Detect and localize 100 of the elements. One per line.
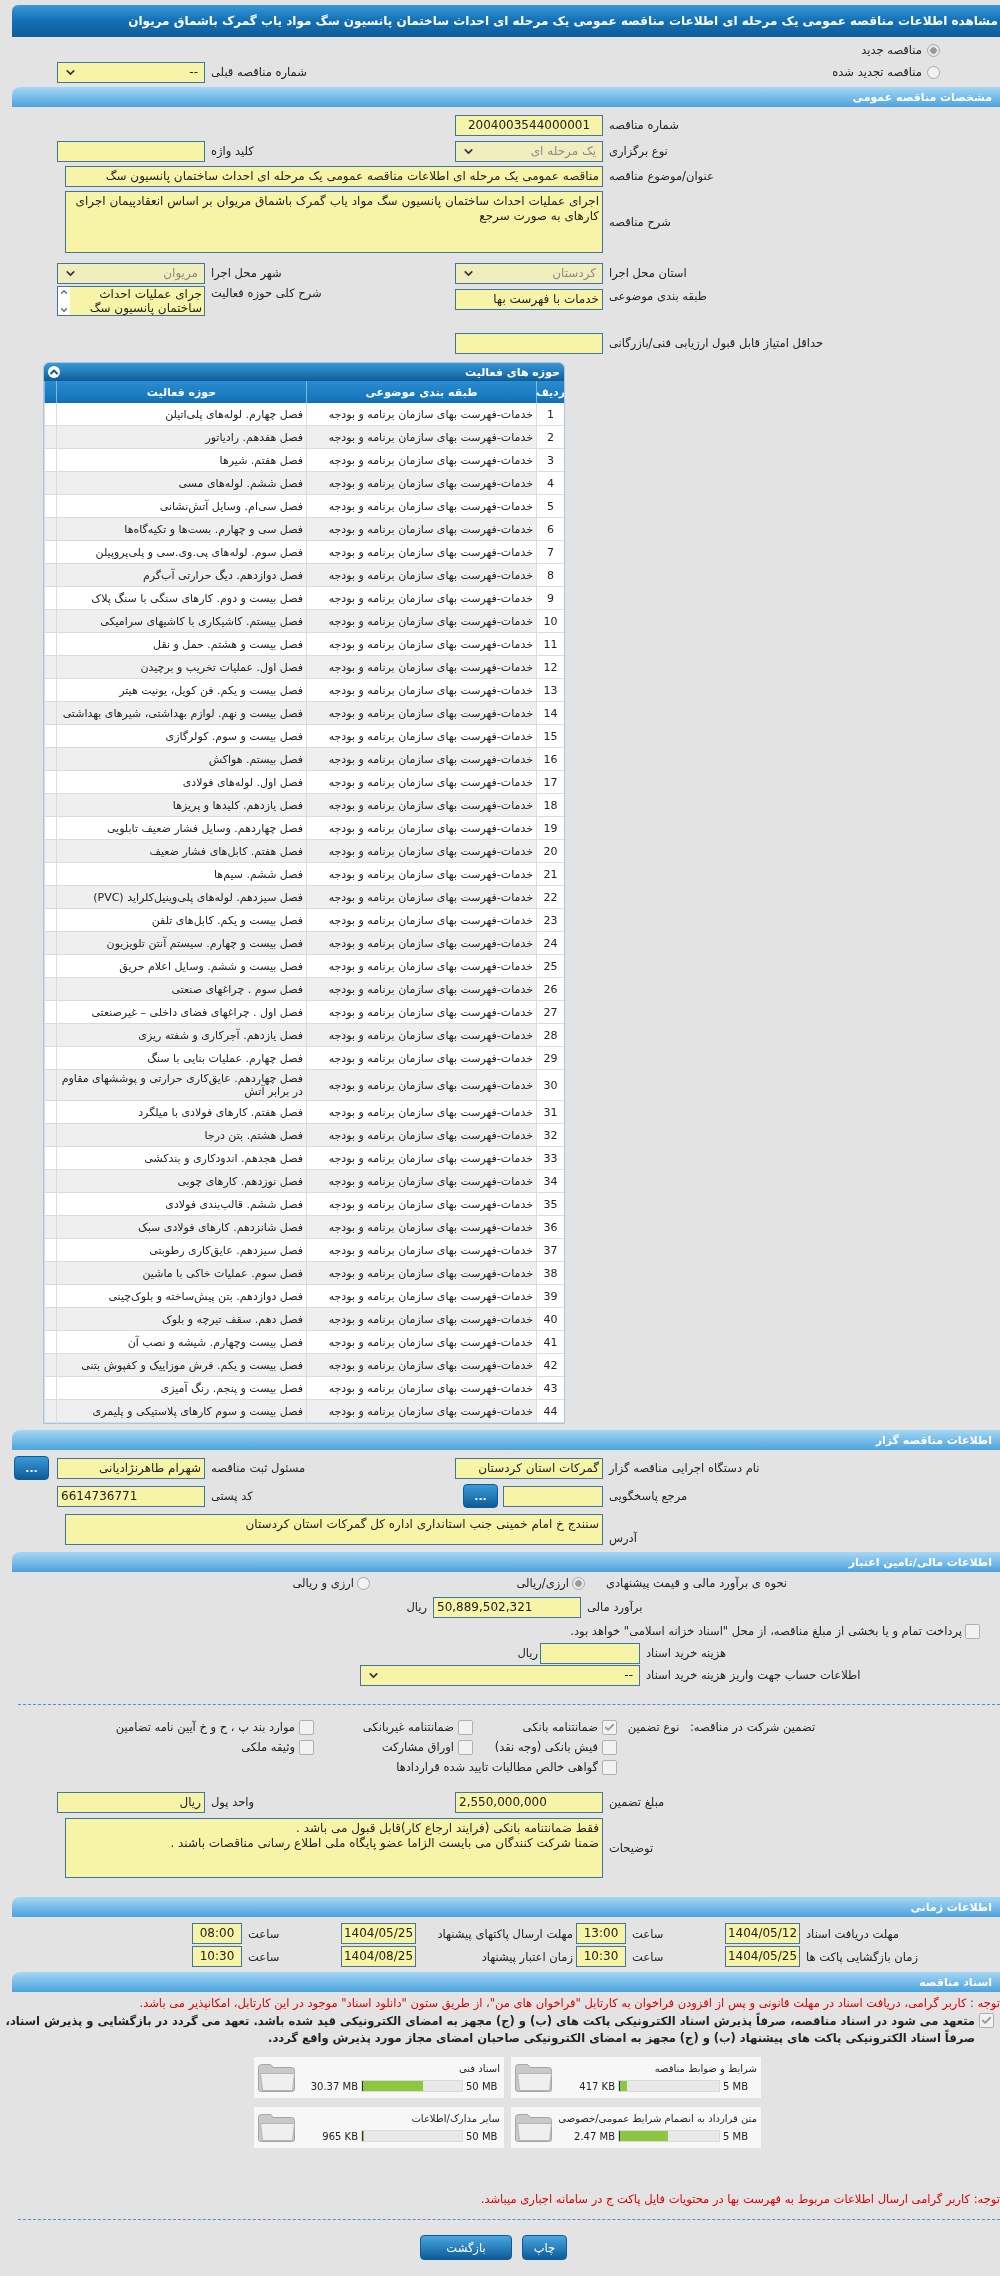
- table-cell: خدمات-فهرست بهای سازمان برنامه و بودجه: [306, 1285, 536, 1307]
- table-cell: 2: [536, 426, 564, 448]
- document-name: اسناد فنی: [458, 2063, 500, 2074]
- table-cell: خدمات-فهرست بهای سازمان برنامه و بودجه: [306, 403, 536, 425]
- input-field[interactable]: 6614736771: [57, 1485, 205, 1507]
- input-field[interactable]: گمرکات استان کردستان: [455, 1457, 603, 1479]
- input-field[interactable]: 2004003544000001: [455, 114, 603, 136]
- check-icon: [981, 2015, 992, 2026]
- unit-label: ریال: [406, 1600, 427, 1614]
- table-cell: خدمات-فهرست بهای سازمان برنامه و بودجه: [306, 702, 536, 724]
- file-size-label: 2.47 MB: [574, 2130, 615, 2142]
- radio-button[interactable]: [927, 43, 940, 57]
- input-field[interactable]: 50,889,502,321: [433, 1596, 581, 1618]
- table-cell: فصل بیست و پنجم. رنگ آمیزی: [56, 1377, 306, 1399]
- input-field[interactable]: شهرام طاهرنژادیانی: [57, 1457, 205, 1479]
- section-header: اطلاعات مالی/تامین اعتبار: [12, 1552, 1000, 1572]
- checkbox[interactable]: [965, 1623, 980, 1639]
- table-cell: 12: [536, 656, 564, 678]
- table-cell: 10: [536, 610, 564, 632]
- input-field[interactable]: [57, 140, 205, 162]
- text-area[interactable]: سنندج خ امام خمینی جنب استانداری اداره کل گمرکات استان کردستان: [65, 1514, 603, 1545]
- checkbox[interactable]: [602, 1759, 617, 1775]
- table-cell: 6: [536, 518, 564, 540]
- table-cell: 4: [536, 472, 564, 494]
- checkbox[interactable]: [458, 1739, 473, 1755]
- field-label: شماره مناقصه: [608, 118, 679, 132]
- input-field[interactable]: [455, 332, 603, 354]
- checkbox-label: ضمانتنامه بانکی: [522, 1720, 598, 1734]
- table-cell: خدمات-فهرست بهای سازمان برنامه و بودجه: [306, 817, 536, 839]
- checkbox[interactable]: [602, 1719, 617, 1735]
- time-field[interactable]: 10:30: [576, 1946, 626, 1967]
- input-field[interactable]: مناقصه عمومی یک مرحله ای اطلاعات مناقصه عمومی یک مرحله ای احداث ساختمان پانسیون سگ: [65, 165, 603, 187]
- table-cell: فصل بیست و ششم. وسایل اعلام حریق: [56, 955, 306, 977]
- list-box[interactable]: جرای عملیات احداث ساختمان پانسیون سگ: [57, 286, 205, 316]
- folder-icon: [515, 2113, 552, 2142]
- radio-button[interactable]: [357, 1576, 370, 1590]
- table-cell: 20: [536, 840, 564, 862]
- input-field[interactable]: [540, 1642, 640, 1664]
- time-field[interactable]: 08:00: [192, 1923, 242, 1944]
- print-button[interactable]: چاپ: [522, 2235, 567, 2260]
- table-cell: 30: [536, 1070, 564, 1100]
- more-button[interactable]: ...: [14, 1456, 49, 1480]
- field-label: توضیحات: [608, 1841, 654, 1855]
- radio-button[interactable]: [927, 65, 940, 79]
- input-field[interactable]: [503, 1485, 603, 1507]
- table-cell: فصل سوم . چراغهای صنعتی: [56, 978, 306, 1000]
- dropdown[interactable]: --: [57, 61, 205, 83]
- table-cell: فصل بیستم. هواکش: [56, 748, 306, 770]
- collapse-icon[interactable]: [48, 366, 60, 378]
- table-cell: فصل بیست و یکم. کابل‌های تلفن: [56, 909, 306, 931]
- input-field[interactable]: ریال: [57, 1791, 205, 1813]
- field-label: مرجع پاسخگویی: [608, 1489, 688, 1503]
- max-size-label: 5 MB: [723, 2130, 750, 2142]
- checkbox[interactable]: [458, 1719, 473, 1735]
- max-size-label: 50 MB: [466, 2080, 499, 2092]
- field-label: نحوه ی برآورد مالی و قیمت پیشنهادی: [606, 1576, 788, 1590]
- time-field[interactable]: 13:00: [576, 1923, 626, 1944]
- table-cell: فصل چهاردهم. عایق‌کاری حرارتی و پوششهای مقاوم در برابر آتش: [56, 1070, 306, 1100]
- checkbox[interactable]: [979, 2013, 994, 2028]
- radio-label: ارزی/ریالی: [516, 1576, 569, 1590]
- field-label: شرح کلی حوزه فعالیت: [210, 286, 322, 300]
- table-cell: فصل بیست و سوم کارهای پلاستیکی و پلیمری: [56, 1400, 306, 1422]
- date-field[interactable]: 1404/05/25: [725, 1946, 800, 1967]
- file-size-label: 417 KB: [579, 2080, 615, 2092]
- table-cell: 38: [536, 1262, 564, 1284]
- table-cell: فصل چهارم. عملیات بنایی با سنگ: [56, 1047, 306, 1069]
- table-cell: فصل دوازدهم. دیگ حرارتی آب‌گرم: [56, 564, 306, 586]
- table-cell: خدمات-فهرست بهای سازمان برنامه و بودجه: [306, 656, 536, 678]
- field-label: ساعت: [248, 1926, 280, 1941]
- document-name: سایر مدارک/اطلاعات: [410, 2113, 500, 2124]
- checkbox[interactable]: [299, 1719, 314, 1735]
- table-cell: فصل هفدهم. رادیاتور: [56, 426, 306, 448]
- scroll-down-icon[interactable]: [59, 305, 69, 315]
- field-label: کد پستی: [210, 1489, 253, 1503]
- checkbox[interactable]: [299, 1739, 314, 1755]
- table-cell: خدمات-فهرست بهای سازمان برنامه و بودجه: [306, 1147, 536, 1169]
- text-area[interactable]: اجرای عملیات احداث ساختمان پانسیون سگ مواد یاب گمرک باشماق مریوان بر اساس انعقادپیمان اجرای کارهای به صورت سرجع: [65, 191, 603, 253]
- radio-button[interactable]: [572, 1576, 585, 1590]
- input-field[interactable]: خدمات با فهرست بها: [455, 289, 603, 310]
- text-area[interactable]: فقط ضمانتنامه بانکی (فرایند ارجاع کار)قابل قبول می باشد . ضمنا شرکت کنندگان می بایست الزاما عضو پایگاه ملی اطلاع رسانی مناقصات باشند .: [65, 1818, 603, 1878]
- checkbox[interactable]: [602, 1739, 617, 1755]
- input-field[interactable]: 2,550,000,000: [455, 1791, 603, 1813]
- scroll-up-icon[interactable]: [59, 287, 69, 297]
- time-field[interactable]: 10:30: [192, 1946, 242, 1967]
- field-label: نوع تضمین: [627, 1720, 680, 1734]
- more-button[interactable]: ...: [463, 1484, 498, 1508]
- back-button[interactable]: بازگشت: [420, 2235, 512, 2260]
- table-cell: خدمات-فهرست بهای سازمان برنامه و بودجه: [306, 541, 536, 563]
- table-cell: خدمات-فهرست بهای سازمان برنامه و بودجه: [306, 679, 536, 701]
- date-field[interactable]: 1404/05/12: [725, 1923, 800, 1944]
- date-field[interactable]: 1404/05/25: [341, 1923, 416, 1944]
- date-field[interactable]: 1404/08/25: [341, 1946, 416, 1967]
- folder-icon: [258, 2063, 295, 2092]
- table-cell: فصل سی و چهارم. بست‌ها و تکیه‌گاه‌ها: [56, 518, 306, 540]
- field-label: شماره مناقصه قبلی: [210, 65, 307, 79]
- table-cell: خدمات-فهرست بهای سازمان برنامه و بودجه: [306, 633, 536, 655]
- table-cell: فصل بیست و دوم. کارهای سنگی با سنگ پلاک: [56, 587, 306, 609]
- dropdown[interactable]: --: [360, 1664, 640, 1686]
- field-label: مهلت ارسال پاکتهای پیشنهاد: [437, 1926, 573, 1941]
- folder-icon: [258, 2113, 295, 2142]
